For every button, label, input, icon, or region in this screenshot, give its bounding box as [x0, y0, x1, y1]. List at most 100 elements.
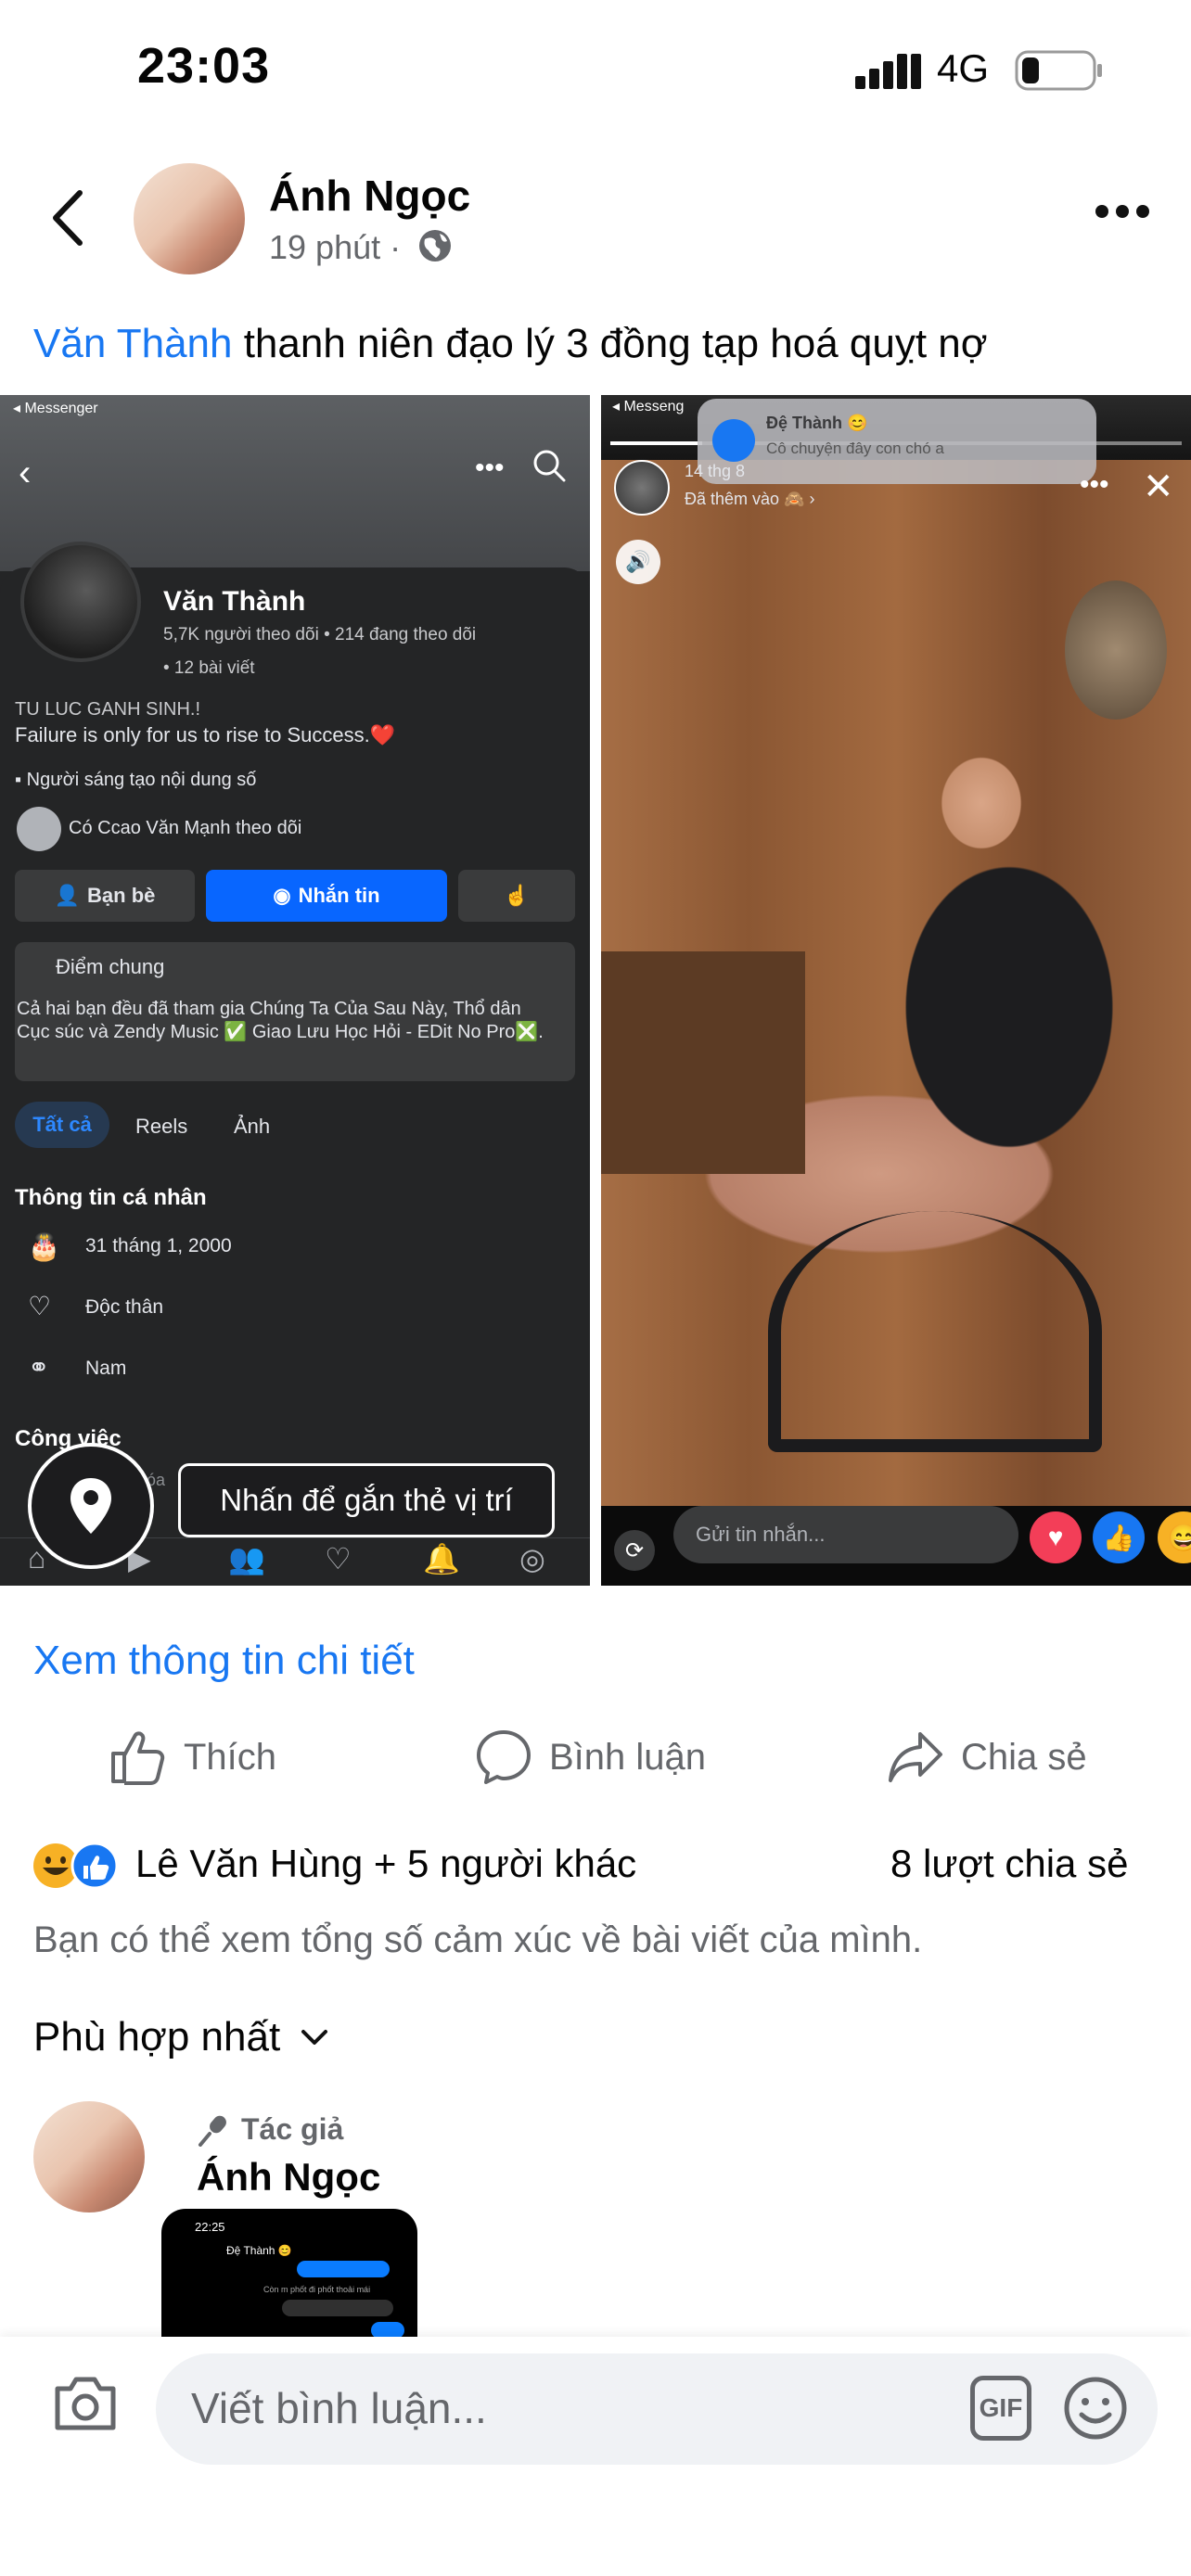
chevron-left-icon: [53, 190, 83, 246]
story-wall-decor: [1065, 580, 1167, 720]
shot-person-icon: 👤: [54, 884, 81, 907]
comment-img-name: Đệ Thành 😊: [226, 2244, 292, 2257]
story-progress-fill: [610, 441, 702, 445]
shot-bio-line1: TU LUC GANH SINH.!: [15, 699, 201, 720]
shot-profile-posts: • 12 bài viết: [163, 658, 255, 678]
shot-messenger-label: ◂ Messenger: [13, 401, 98, 416]
comment-button[interactable]: Bình luận: [475, 1725, 706, 1790]
shot-info-title: Thông tin cá nhân: [15, 1185, 207, 1210]
location-tag-tooltip[interactable]: Nhấn để gắn thẻ vị trí: [178, 1463, 555, 1537]
comment-placeholder[interactable]: Viết bình luận...: [191, 2383, 487, 2433]
camera-button[interactable]: [52, 2374, 119, 2433]
author-name[interactable]: Ánh Ngọc: [269, 171, 470, 221]
signal-icon: [855, 52, 922, 89]
sort-label: Phù hợp nhất: [33, 2014, 281, 2060]
location-pin-icon: [70, 1478, 111, 1534]
shot-profile-stats: 5,7K người theo dõi • 214 đang theo dõi: [163, 625, 477, 644]
emoji-button[interactable]: [1063, 2376, 1128, 2441]
shot-info-relationship: Độc thân: [85, 1296, 164, 1318]
comment-img-time: 22:25: [195, 2220, 225, 2234]
profile-icon: ◎: [519, 1542, 545, 1575]
shot-profile-avatar: [20, 542, 141, 662]
shot-mutual-title: Điểm chung: [56, 955, 165, 978]
story-close-icon: ✕: [1143, 466, 1174, 507]
friends-icon: 👥: [228, 1542, 265, 1575]
shot-bio-line2: Failure is only for us to rise to Succes…: [15, 723, 396, 746]
comment-img-bubble: [297, 2261, 390, 2277]
story-messenger-label: ◂ Messeng: [612, 399, 685, 414]
shot-message-button: ◉ Nhắn tin: [206, 870, 447, 922]
like-button[interactable]: Thích: [109, 1725, 276, 1790]
dating-icon: ♡: [325, 1542, 352, 1575]
story-screenshot-image[interactable]: ◂ Messeng Đệ Thành 😊 Cô chuyện đây con c…: [601, 395, 1191, 1586]
see-details-link[interactable]: Xem thông tin chi tiết: [33, 1638, 415, 1684]
shot-tab-reels: Reels: [135, 1115, 188, 1138]
shot-creator-text: Người sáng tạo nội dung số: [26, 770, 257, 790]
thumbs-up-icon: [111, 1731, 165, 1785]
story-message-input: Gửi tin nhắn...: [673, 1506, 1018, 1563]
shot-more-icon: •••: [475, 453, 505, 483]
author-badge: Tác giả: [197, 2112, 343, 2147]
status-time: 23:03: [137, 38, 271, 94]
story-repost-icon: ⟳: [614, 1530, 655, 1571]
caption-mention-link[interactable]: Văn Thành: [33, 321, 232, 366]
author-badge-label: Tác giả: [241, 2112, 344, 2146]
reaction-icons[interactable]: [32, 1842, 124, 1890]
comment-bubble-icon: [477, 1730, 531, 1784]
story-avatar: [614, 460, 670, 516]
shot-back-icon: ‹: [19, 453, 32, 493]
shot-info-birthday: 31 tháng 1, 2000: [85, 1235, 232, 1256]
share-count[interactable]: 8 lượt chia sẻ: [890, 1842, 1128, 1886]
shot-mutual-text: Cả hai bạn đều đã tham gia Chúng Ta Của …: [17, 999, 544, 1042]
more-icon: [1095, 205, 1149, 218]
comment-author-name[interactable]: Ánh Ngọc: [197, 2155, 380, 2200]
shot-messenger-icon: ◉: [273, 884, 291, 907]
reaction-note: Bạn có thể xem tổng số cảm xúc về bài vi…: [33, 1919, 923, 1960]
comment-img-bubble: [282, 2300, 393, 2316]
microphone-icon: [198, 2115, 226, 2147]
comment-sort-dropdown[interactable]: Phù hợp nhất: [33, 2014, 330, 2060]
story-added-label: Đã thêm vào 🙈 ›: [685, 490, 815, 508]
heart-reaction-icon: ♥: [1030, 1511, 1082, 1563]
author-avatar[interactable]: [134, 163, 245, 274]
comment-label: Bình luận: [549, 1736, 707, 1778]
shot-friends-button: 👤 Bạn bè: [15, 870, 195, 922]
shot-poke-button: ☝: [458, 870, 575, 922]
comment-screenshot-image[interactable]: 22:25 Đệ Thành 😊 Còn m phốt đi phốt thoả…: [161, 2209, 417, 2339]
shot-profile-name: Văn Thành: [163, 586, 306, 617]
location-tag-button[interactable]: [28, 1443, 154, 1569]
speaker-icon: 🔊: [616, 540, 660, 584]
reaction-summary[interactable]: Lê Văn Hùng + 5 người khác: [135, 1842, 636, 1886]
gif-button[interactable]: GIF: [970, 2376, 1031, 2441]
shot-info-gender: Nam: [85, 1358, 127, 1379]
story-date: 14 thg 8: [685, 462, 746, 480]
shot-followed-by: Có Ccao Văn Mạnh theo dõi: [69, 818, 302, 838]
post-caption: Văn Thành thanh niên đạo lý 3 đồng tạp h…: [33, 321, 988, 367]
shot-poke-icon: ☝: [504, 884, 530, 907]
caption-text: thanh niên đạo lý 3 đồng tạp hoá quỵt nợ: [232, 321, 988, 366]
share-label: Chia sẻ: [961, 1736, 1087, 1778]
back-button[interactable]: [45, 185, 91, 250]
smiley-icon: [1064, 2377, 1127, 2440]
comment-author-avatar[interactable]: [33, 2101, 145, 2213]
story-notif-text: Cô chuyện đây con chó a: [766, 440, 944, 457]
shot-tab-all: Tất cả: [15, 1102, 109, 1148]
shot-tab-photos: Ảnh: [234, 1115, 271, 1138]
comment-img-line: Còn m phốt đi phốt thoải mái: [263, 2285, 371, 2294]
share-button[interactable]: Chia sẻ: [887, 1725, 1087, 1790]
battery-icon: [1015, 50, 1104, 91]
post-time: 19 phút ·: [269, 228, 402, 266]
gender-icon: ⚭: [28, 1353, 50, 1382]
story-more-icon: •••: [1080, 469, 1109, 500]
network-type: 4G: [937, 46, 990, 90]
story-desk: [601, 951, 805, 1174]
like-label: Thích: [184, 1736, 277, 1778]
profile-screenshot-image[interactable]: ◂ Messenger ‹ ••• Văn Thành 5,7K người t…: [0, 395, 590, 1586]
globe-icon: [417, 228, 453, 263]
more-options-button[interactable]: [1095, 204, 1150, 219]
share-arrow-icon: [889, 1732, 942, 1782]
shot-message-label: Nhắn tin: [298, 884, 380, 907]
shot-search-icon: [531, 447, 568, 484]
like-reaction-icon: 👍: [1093, 1511, 1145, 1563]
story-notif-name: Đệ Thành 😊: [766, 414, 868, 432]
